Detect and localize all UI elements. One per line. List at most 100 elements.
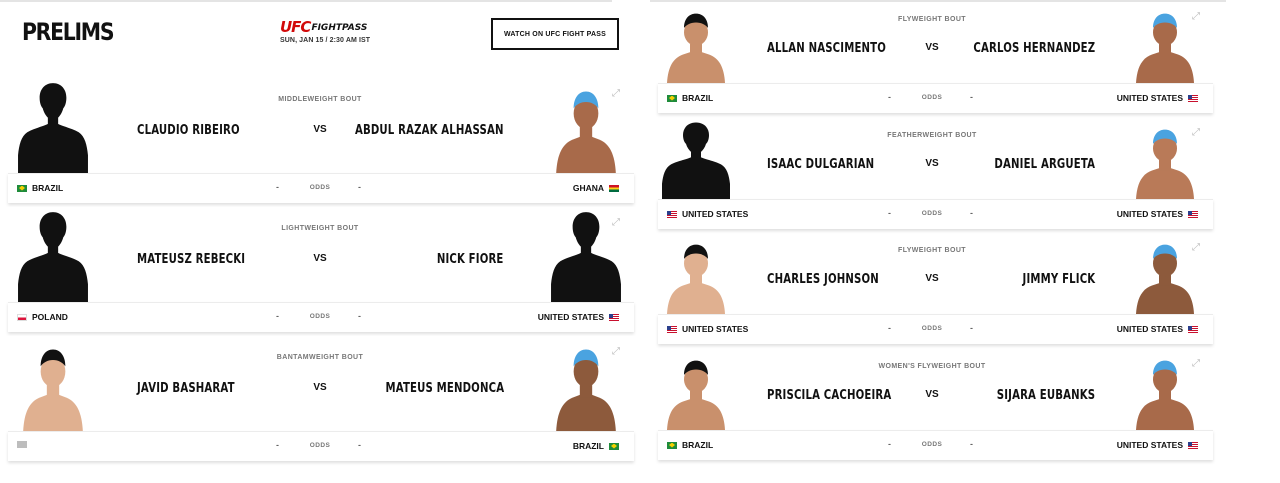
red-corner-name[interactable]: MATEUSZ REBECKI [137,252,245,267]
country-label: BRAZIL [682,440,714,450]
flag-icon [1188,94,1198,102]
flag-icon [1188,210,1198,218]
weight-class: LIGHTWEIGHT BOUT [281,225,359,232]
blue-corner-country: GHANA [573,183,619,193]
flag-icon [17,313,27,321]
red-corner-country: UNITED STATES [667,209,748,219]
red-odds-value: - [276,440,279,450]
expand-icon[interactable]: ⤢ [612,218,622,228]
bout-card[interactable]: WOMEN'S FLYWEIGHT BOUT PRISCILA CACHOEIRA… [658,350,1213,460]
red-odds-value: - [888,92,891,102]
odds-label: ODDS [921,441,943,448]
odds-label: ODDS [921,210,943,217]
bout-card[interactable]: LIGHTWEIGHT BOUT MATEUSZ REBECKI NICK FIOR… [8,207,634,332]
vs-label: VS [313,382,327,393]
red-corner-country [17,441,32,448]
country-label: UNITED STATES [1116,93,1183,103]
blue-corner-name[interactable]: NICK FIORE [437,252,504,267]
country-label: BRAZIL [572,441,604,451]
flag-icon [667,325,677,333]
top-divider-right [650,0,1226,2]
flag-icon [17,184,27,192]
weight-class: FEATHERWEIGHT BOUT [887,132,977,139]
expand-icon[interactable]: ⤢ [1192,12,1202,22]
odds-label: ODDS [309,313,331,320]
red-odds-value: - [888,439,891,449]
weight-class: WOMEN'S FLYWEIGHT BOUT [878,363,986,370]
expand-icon[interactable]: ⤢ [1192,359,1202,369]
vs-label: VS [925,158,939,169]
red-corner-country: BRAZIL [667,93,713,103]
expand-icon[interactable]: ⤢ [1192,128,1202,138]
blue-corner-name[interactable]: ABDUL RAZAK ALHASSAN [355,123,504,138]
flag-icon [609,442,619,450]
fighter-photo [17,337,89,431]
red-corner-country: POLAND [17,312,68,322]
weight-class: MIDDLEWEIGHT BOUT [278,96,362,103]
red-corner-name[interactable]: CLAUDIO RIBEIRO [137,123,240,138]
bout-card[interactable]: BANTAMWEIGHT BOUT JAVID BASHARAT MATEUS ME… [8,336,634,461]
watch-on-fight-pass-button[interactable]: WATCH ON UFC FIGHT PASS [491,18,619,50]
vs-label: VS [925,273,939,284]
red-corner-country: UNITED STATES [667,324,748,334]
red-corner-name[interactable]: ALLAN NASCIMENTO [767,41,886,56]
red-odds-value: - [276,311,279,321]
silhouette-avatar [17,208,89,302]
fighter-photo [1130,3,1200,83]
blue-corner-country: UNITED STATES [1117,93,1198,103]
expand-icon[interactable]: ⤢ [612,89,622,99]
blue-odds-value: - [358,311,361,321]
country-label: UNITED STATES [1116,209,1183,219]
bout-card[interactable]: MIDDLEWEIGHT BOUT CLAUDIO RIBEIRO ABDUL RA… [8,78,634,203]
country-label: BRAZIL [32,183,64,193]
red-odds-value: - [888,323,891,333]
vs-label: VS [313,253,327,264]
bout-card[interactable]: FEATHERWEIGHT BOUT ISAAC DULGARIAN DANIEL … [658,119,1213,229]
blue-corner-country: UNITED STATES [1117,209,1198,219]
expand-icon[interactable]: ⤢ [612,347,622,357]
red-corner-country: BRAZIL [667,440,713,450]
blue-corner-name[interactable]: SIJARA EUBANKS [997,388,1095,403]
blue-odds-value: - [358,440,361,450]
flag-icon [667,210,677,218]
country-label: UNITED STATES [682,209,749,219]
country-label: POLAND [32,312,68,322]
fighter-photo [1130,234,1200,314]
flag-icon [17,441,27,448]
brand-ufc: UFC [280,18,311,36]
flag-icon [667,441,677,449]
red-corner-name[interactable]: ISAAC DULGARIAN [767,157,874,172]
odds-label: ODDS [309,184,331,191]
blue-corner-country: BRAZIL [573,441,619,451]
blue-corner-name[interactable]: MATEUS MENDONCA [385,381,504,396]
country-label: UNITED STATES [537,312,604,322]
country-label: BRAZIL [682,93,714,103]
fighter-photo [1130,119,1200,199]
blue-corner-country: UNITED STATES [1117,440,1198,450]
blue-corner-country: UNITED STATES [1117,324,1198,334]
bout-card[interactable]: FLYWEIGHT BOUT CHARLES JOHNSON JIMMY FLICK… [658,234,1213,344]
odds-label: ODDS [921,325,943,332]
red-corner-name[interactable]: JAVID BASHARAT [137,381,235,396]
expand-icon[interactable]: ⤢ [1192,243,1202,253]
red-odds-value: - [276,182,279,192]
fighter-photo [661,350,731,430]
blue-corner-name[interactable]: DANIEL ARGUETA [994,157,1095,172]
flag-icon [609,184,619,192]
blue-odds-value: - [970,92,973,102]
blue-corner-name[interactable]: JIMMY FLICK [1022,272,1095,287]
fighter-photo [1130,350,1200,430]
flag-icon [1188,441,1198,449]
blue-odds-value: - [970,439,973,449]
flag-icon [1188,325,1198,333]
bout-card[interactable]: FLYWEIGHT BOUT ALLAN NASCIMENTO CARLOS HER… [658,3,1213,113]
blue-corner-country: UNITED STATES [538,312,619,322]
event-date: SUN, JAN 15 / 2:30 AM IST [280,37,371,44]
red-corner-name[interactable]: CHARLES JOHNSON [767,272,879,287]
red-corner-name[interactable]: PRISCILA CACHOEIRA [767,388,891,403]
silhouette-avatar [661,119,731,199]
country-label: UNITED STATES [1116,324,1183,334]
blue-corner-name[interactable]: CARLOS HERNANDEZ [973,41,1095,56]
country-label: GHANA [572,183,604,193]
blue-odds-value: - [358,182,361,192]
